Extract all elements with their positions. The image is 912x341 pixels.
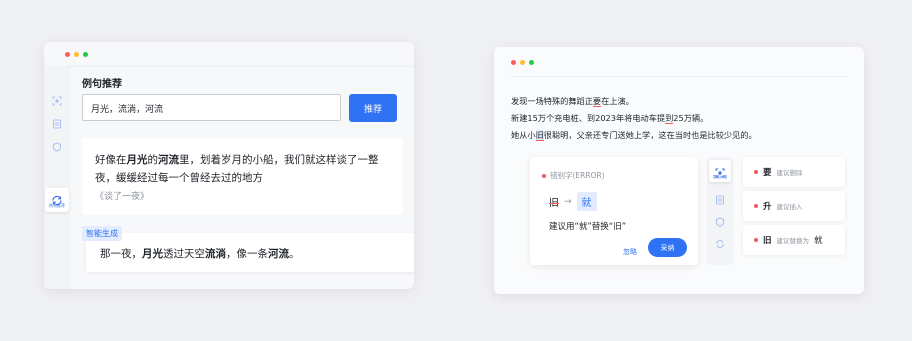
suggestion-item[interactable]: 旧建议替换为就 (743, 225, 845, 255)
keyword-highlight: 月光 (126, 154, 148, 166)
text-segment: 。 (289, 248, 300, 260)
recommend-button[interactable]: 推荐 (349, 94, 397, 122)
scan-icon[interactable] (51, 95, 62, 106)
error-mark[interactable]: 要 (592, 96, 602, 107)
minimize-dot[interactable] (520, 60, 525, 65)
suggestion-text: 建议用“就”替换“旧” (549, 222, 627, 232)
example-sentence-window: 例句推荐 例句推荐 月光，流淌，河流 推荐 好像在月光的河流里，划着岁月的小船，… (44, 42, 414, 289)
error-card: 错别字(ERROR) 旧 → 就 建议用“就”替换“旧” 忽略 采纳 (530, 157, 698, 265)
keyword-highlight: 流淌 (205, 248, 226, 260)
generated-tag: 智能生成 (82, 226, 122, 241)
example-card: 好像在月光的河流里，划着岁月的小船，我们就这样谈了一整夜，缓缓经过每一个曾经去过… (82, 138, 403, 215)
example-source: 《谈了一夜》 (95, 192, 150, 202)
refresh-icon[interactable] (715, 239, 725, 249)
window-controls (65, 52, 88, 57)
error-dot (754, 170, 758, 174)
shield-icon[interactable] (715, 217, 725, 227)
suggestion-item[interactable]: 要建议删除 (743, 157, 845, 187)
sidebar-item-label: 智能纠错 (713, 175, 727, 179)
arrow-icon: → (564, 196, 572, 207)
accept-button[interactable]: 采纳 (648, 238, 687, 257)
keyword-input[interactable]: 月光，流淌，河流 (82, 94, 341, 121)
error-type: 错别字(ERROR) (542, 170, 605, 181)
text-segment: 那一夜， (100, 248, 142, 260)
example-sentence: 好像在月光的河流里，划着岁月的小船，我们就这样谈了一整夜，缓缓经过每一个曾经去过… (95, 151, 391, 187)
mini-rail: 智能纠错 (707, 157, 733, 265)
ignore-button[interactable]: 忽略 (623, 247, 637, 257)
shield-icon[interactable] (51, 141, 62, 152)
text-segment: 透过天空 (163, 248, 205, 260)
text-segment: ，像一条 (226, 248, 268, 260)
side-rail: 例句推荐 (44, 66, 69, 289)
suggestion-item[interactable]: 升建议插入 (743, 191, 845, 221)
maximize-dot[interactable] (529, 60, 534, 65)
sidebar-item-label: 例句推荐 (49, 203, 65, 208)
document-icon[interactable] (715, 195, 725, 205)
text-line: 新建15万个充电桩、到2023年将电动车提到25万辆。 (511, 113, 709, 124)
text-line: 她从小旧很聪明，父亲还专门送她上学，这在当时也是比较少见的。 (511, 130, 757, 141)
generated-card: 那一夜，月光透过天空流淌，像一条河流。 (86, 233, 414, 272)
proofreading-window: 发现一场特殊的舞蹈正要在上演。 新建15万个充电桩、到2023年将电动车提到25… (494, 47, 864, 294)
keyword-highlight: 河流 (268, 248, 289, 260)
error-dot (754, 204, 758, 208)
window-controls (511, 60, 534, 65)
document-icon[interactable] (51, 118, 62, 129)
text-segment: 好像在 (95, 154, 127, 166)
keyword-highlight: 月光 (142, 248, 163, 260)
error-mark[interactable]: 旧 (535, 130, 544, 141)
error-dot (542, 173, 546, 178)
maximize-dot[interactable] (83, 52, 88, 57)
sidebar-item-example-sentences[interactable]: 例句推荐 (45, 188, 69, 212)
text-segment: 的 (147, 154, 159, 166)
generated-sentence: 那一夜，月光透过天空流淌，像一条河流。 (100, 246, 300, 261)
keyword-highlight: 河流 (158, 154, 179, 166)
wrong-word: 旧 (549, 198, 559, 209)
close-dot[interactable] (65, 52, 70, 57)
title-divider (65, 66, 414, 67)
section-title: 例句推荐 (82, 79, 122, 90)
minimize-dot[interactable] (74, 52, 79, 57)
correction-row: 旧 → 就 (549, 192, 597, 211)
close-dot[interactable] (511, 60, 516, 65)
correct-word[interactable]: 就 (576, 192, 597, 211)
error-dot (754, 238, 758, 242)
title-divider (511, 76, 847, 77)
sidebar-item-smart-correction[interactable]: 智能纠错 (709, 160, 731, 182)
text-line: 发现一场特殊的舞蹈正要在上演。 (511, 96, 634, 107)
